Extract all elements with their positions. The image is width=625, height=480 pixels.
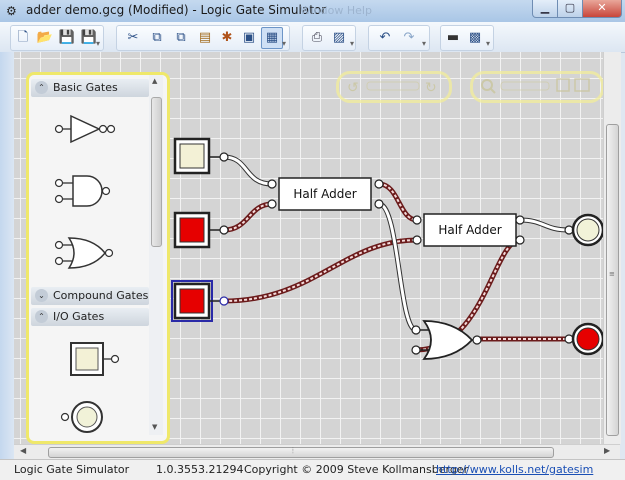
half-adder-2-label: Half Adder (438, 223, 501, 237)
input-switch-2[interactable] (173, 211, 229, 249)
minimize-button[interactable]: ▁ (532, 0, 558, 18)
section-io-gates-label: I/O Gates (53, 310, 105, 323)
wire-ha1-sum-core (378, 183, 418, 221)
section-basic-gates-label: Basic Gates (53, 81, 118, 94)
zoom-fit-icon[interactable] (556, 78, 570, 92)
copy-icon[interactable]: ⧉ (147, 28, 167, 48)
section-io-gates[interactable]: ⌃ I/O Gates (31, 308, 149, 326)
title-bar[interactable]: ⚙ adder demo.gcg (Modified) - Logic Gate… (0, 0, 625, 22)
ghost-menu: Window Help (300, 4, 372, 17)
section-compound-gates-label: Compound Gates (53, 289, 149, 302)
grip-icon: ≡ (609, 270, 615, 278)
chip-icon[interactable]: ▬ (443, 28, 463, 48)
gate-palette: ⌃ Basic Gates ⌄ Compound Gates ⌃ I/O Gat… (26, 72, 170, 444)
section-compound-gates[interactable]: ⌄ Compound Gates (31, 287, 149, 305)
input-switch-3[interactable] (171, 280, 229, 322)
wire-in2 (223, 201, 273, 233)
user-output-icon[interactable] (59, 397, 119, 437)
not-gate-icon[interactable] (53, 109, 123, 149)
toolbar-overflow-icon[interactable]: ▾ (484, 40, 492, 48)
status-bar: Logic Gate Simulator 1.0.3553.21294 Copy… (0, 459, 625, 480)
window-title: adder demo.gcg (Modified) - Logic Gate S… (26, 3, 327, 17)
output-lamp-carry (564, 322, 603, 356)
print-preview-icon[interactable]: ▨ (329, 28, 349, 48)
toolbar-overflow-icon[interactable]: ▾ (420, 40, 428, 48)
cut-icon[interactable]: ✂ (123, 28, 143, 48)
and-gate-icon[interactable] (53, 171, 123, 211)
window-frame-left (0, 52, 14, 459)
maximize-button[interactable]: ▢ (557, 0, 583, 18)
or-gate[interactable] (411, 320, 482, 360)
half-adder-1-label: Half Adder (293, 187, 356, 201)
close-button[interactable]: ✕ (582, 0, 622, 18)
chevron-up-icon: ⌃ (35, 81, 48, 94)
bug-icon[interactable]: ✱ (217, 28, 237, 48)
zoom-reset-icon[interactable] (574, 78, 590, 92)
toolbar-group-file: 🗋 📂 💾 💾 ▾ (10, 25, 104, 51)
horizontal-scrollbar[interactable]: ◀ ⦙ ▶ (14, 444, 620, 459)
toolbar-group-print: ⎙ ▨ ▾ (302, 25, 356, 51)
half-adder-1[interactable]: Half Adder (267, 177, 384, 211)
half-adder-2[interactable]: Half Adder (412, 213, 525, 247)
input-switch-1[interactable] (173, 137, 229, 175)
rotate-right-icon[interactable]: ↻ (425, 80, 437, 96)
wire-ha2-sum-core (519, 218, 570, 232)
scroll-left-icon[interactable]: ◀ (20, 446, 26, 455)
save-icon[interactable]: 💾 (57, 28, 77, 48)
status-app-name: Logic Gate Simulator (14, 463, 130, 476)
ic-icon[interactable]: ▩ (465, 28, 485, 48)
app-icon: ⚙ (6, 4, 17, 18)
scroll-up-icon[interactable]: ▲ (152, 77, 157, 85)
paste-special-icon[interactable]: ▤ (195, 28, 215, 48)
or-gate-icon[interactable] (53, 233, 123, 273)
horizontal-scroll-thumb[interactable] (48, 447, 554, 458)
grip-icon: ⦙ (292, 446, 294, 455)
scroll-down-icon[interactable]: ▼ (152, 423, 157, 431)
vertical-scrollbar[interactable]: ≡ (603, 52, 621, 444)
vertical-scroll-thumb[interactable] (606, 124, 619, 436)
status-version: 1.0.3553.21294 (156, 463, 244, 476)
zoom-toolbar[interactable] (470, 71, 604, 103)
output-lamp-sum (564, 213, 603, 247)
toolbar-overflow-icon[interactable]: ▾ (348, 40, 356, 48)
print-icon[interactable]: ⎙ (307, 28, 327, 48)
wire-ha1-carry-core (378, 202, 417, 332)
toolbar: 🗋 📂 💾 💾 ▾ ✂ ⧉ ⧉ ▤ ✱ ▣ ▦ ▾ ⎙ ▨ ▾ ↶ ↷ ▾ ▬ (0, 22, 625, 53)
user-input-icon[interactable] (67, 339, 127, 379)
toolbar-overflow-icon[interactable]: ▾ (94, 40, 102, 48)
new-icon[interactable]: 🗋 (13, 28, 33, 48)
toolbar-group-history: ↶ ↷ ▾ (368, 25, 430, 51)
chevron-down-icon: ⌄ (35, 289, 48, 302)
wire-in1-core (223, 155, 273, 186)
status-website-link[interactable]: http://www.kolls.net/gatesim (436, 460, 593, 480)
redo-icon[interactable]: ↷ (399, 28, 419, 48)
wire-in3-core (223, 239, 418, 302)
rotate-left-icon[interactable]: ↺ (347, 80, 359, 96)
open-icon[interactable]: 📂 (35, 28, 55, 48)
zoom-fit-icon[interactable]: ▣ (239, 28, 259, 48)
wire-in3 (223, 237, 418, 304)
app-window: ⚙ adder demo.gcg (Modified) - Logic Gate… (0, 0, 625, 480)
toolbar-group-edit: ✂ ⧉ ⧉ ▤ ✱ ▣ ▦ ▾ (116, 25, 290, 51)
scroll-right-icon[interactable]: ▶ (604, 446, 610, 455)
palette-scroll-thumb[interactable] (151, 97, 162, 247)
zoom-icon (481, 79, 493, 91)
undo-icon[interactable]: ↶ (375, 28, 395, 48)
paste-icon[interactable]: ⧉ (171, 28, 191, 48)
section-basic-gates[interactable]: ⌃ Basic Gates (31, 79, 149, 97)
status-copyright: Copyright © 2009 Steve Kollmansberger (244, 463, 469, 476)
rotate-toolbar[interactable]: ↺ ↻ (336, 71, 452, 103)
palette-scrollbar[interactable]: ▲ ▼ (149, 75, 163, 435)
toolbar-group-ic: ▬ ▩ ▾ (440, 25, 494, 51)
chevron-up-icon: ⌃ (35, 310, 48, 323)
toolbar-overflow-icon[interactable]: ▾ (280, 40, 288, 48)
